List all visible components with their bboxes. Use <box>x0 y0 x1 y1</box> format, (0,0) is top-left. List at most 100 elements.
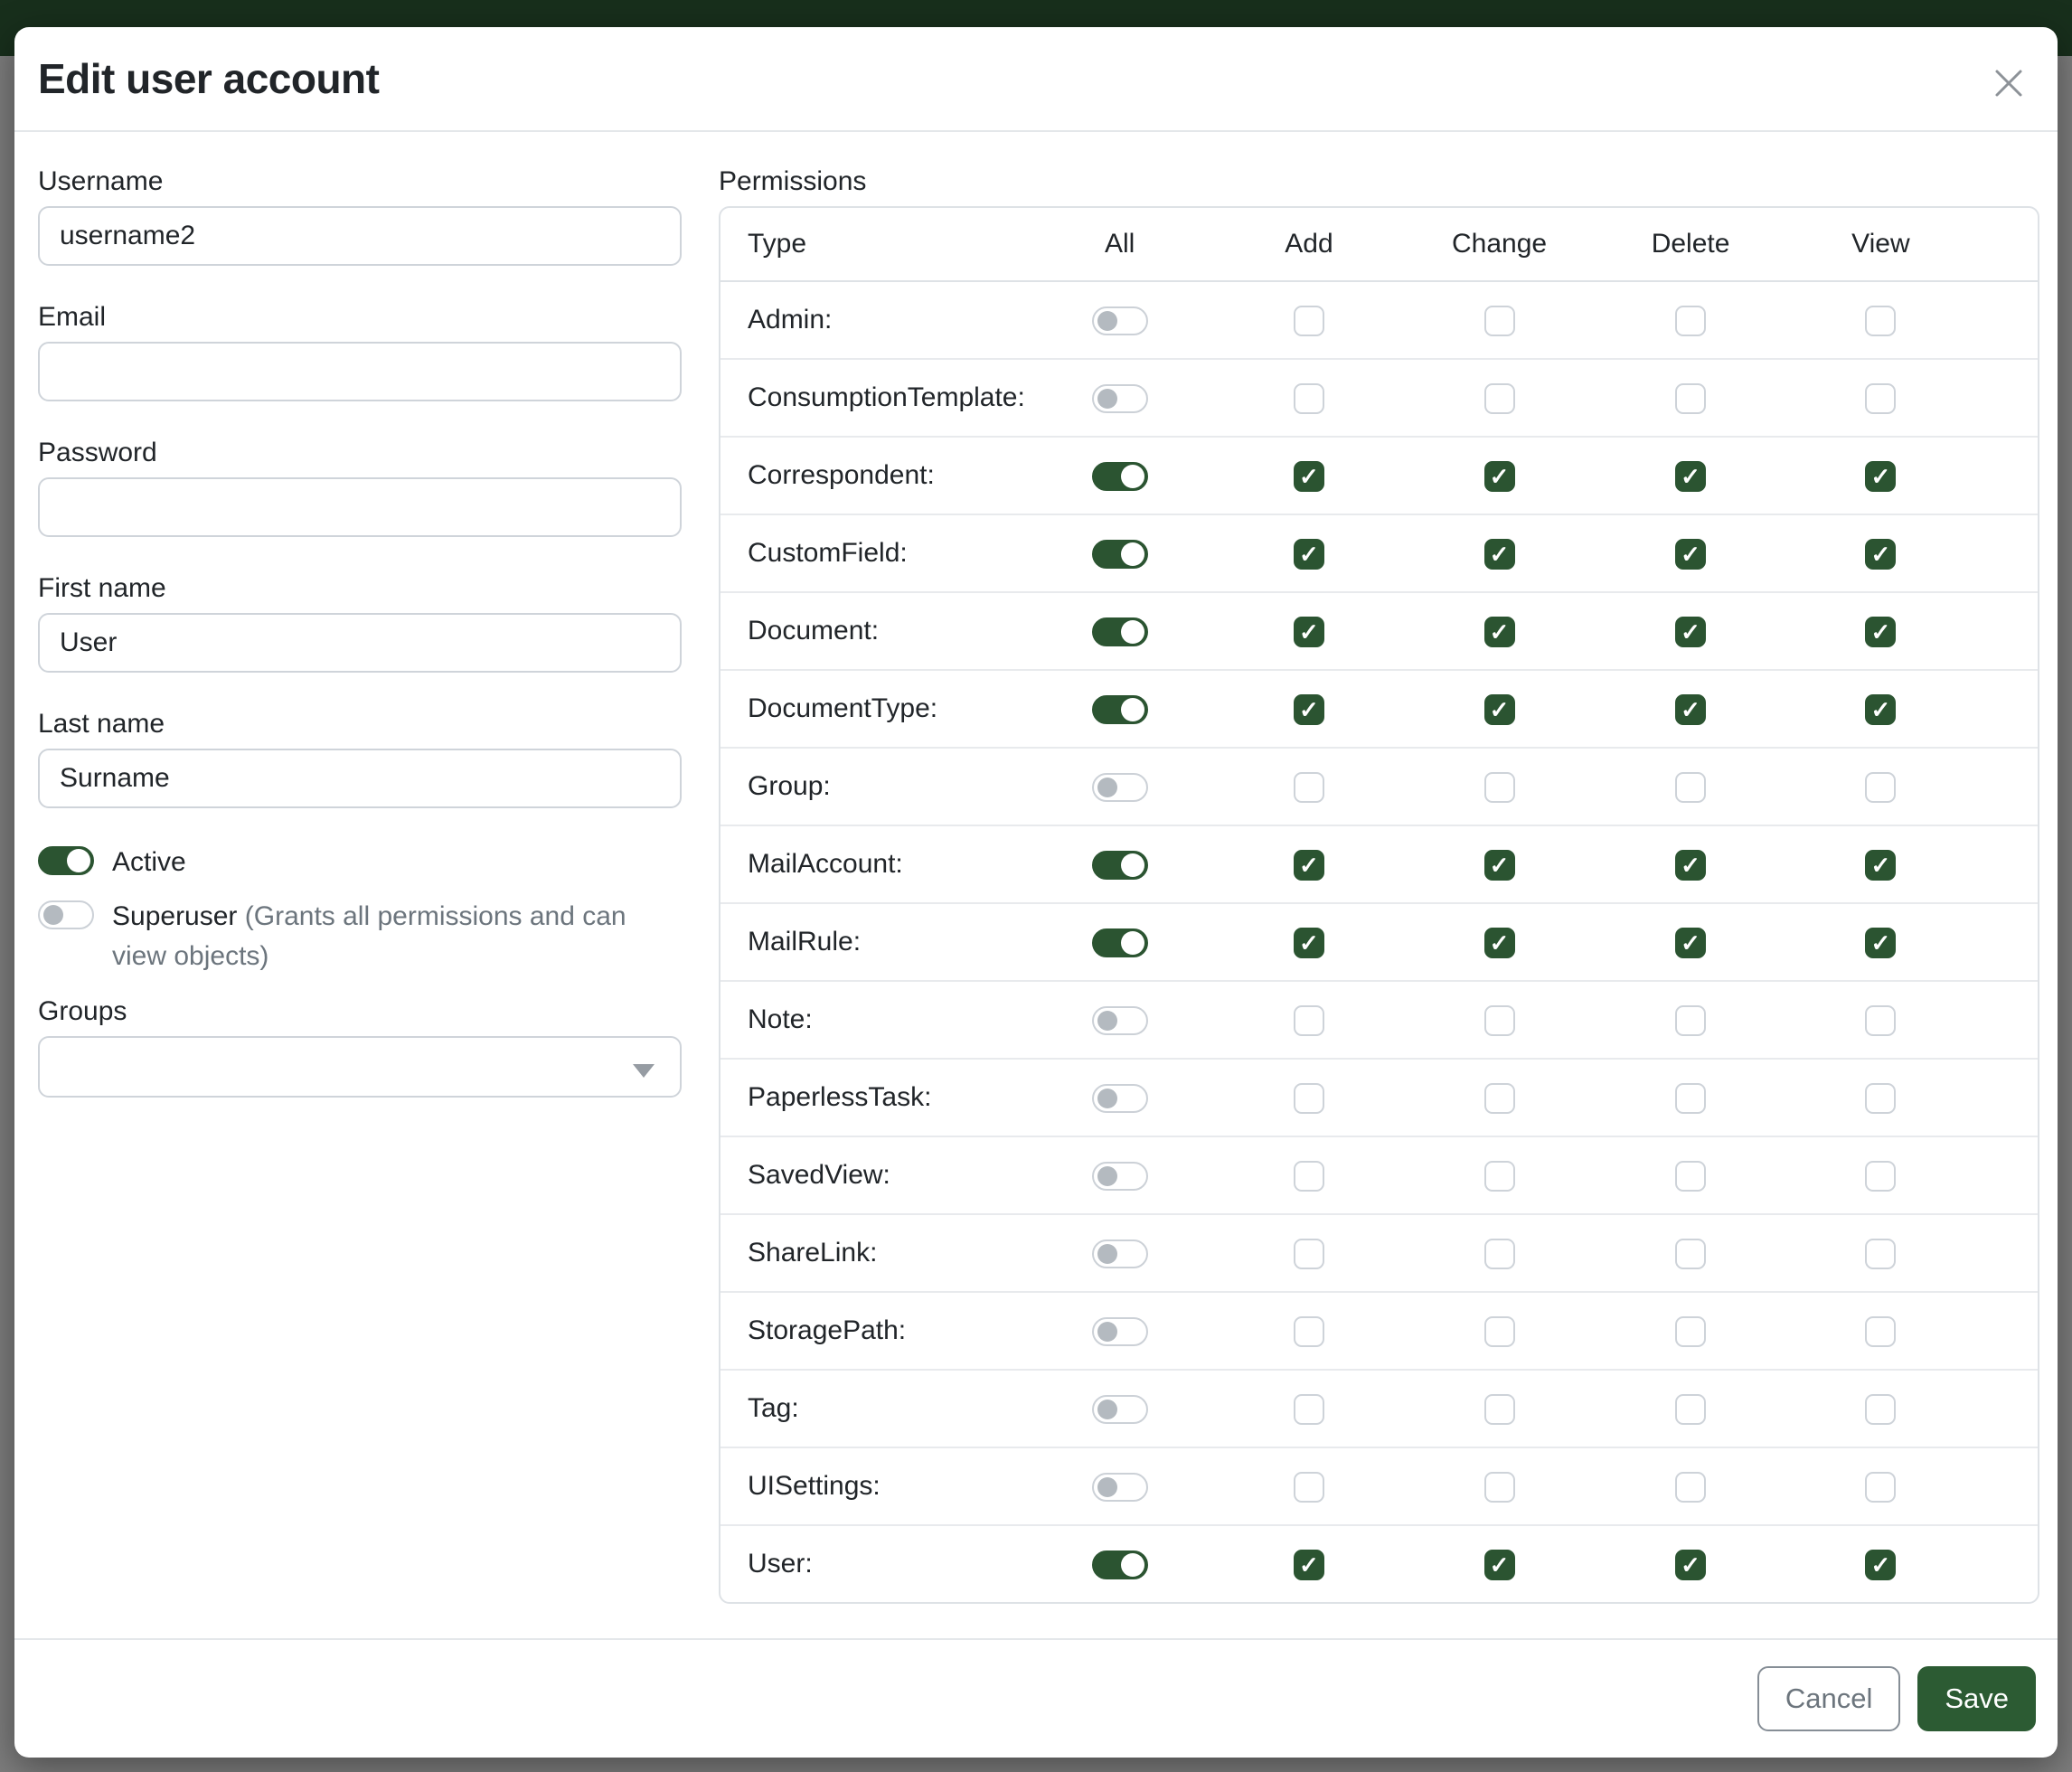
perm-delete-checkbox[interactable]: ✓ <box>1675 1550 1706 1580</box>
perm-change-checkbox[interactable]: ✓ <box>1484 928 1515 958</box>
perm-add-checkbox[interactable] <box>1294 1472 1324 1503</box>
perm-change-checkbox[interactable] <box>1484 772 1515 803</box>
perm-add-checkbox[interactable] <box>1294 1394 1324 1425</box>
perm-view-checkbox[interactable] <box>1865 306 1896 336</box>
perm-add-checkbox[interactable] <box>1294 772 1324 803</box>
perm-change-checkbox[interactable] <box>1484 306 1515 336</box>
perm-all-toggle[interactable] <box>1092 462 1148 491</box>
username-input[interactable] <box>38 206 682 266</box>
perm-all-toggle[interactable] <box>1092 540 1148 569</box>
perm-all-toggle[interactable] <box>1092 695 1148 724</box>
last-name-input[interactable] <box>38 749 682 808</box>
close-button[interactable] <box>1987 61 2030 105</box>
perm-delete-checkbox[interactable]: ✓ <box>1675 694 1706 725</box>
perm-all-toggle[interactable] <box>1092 1084 1148 1113</box>
perm-all-toggle[interactable] <box>1092 1239 1148 1268</box>
perm-add-checkbox[interactable]: ✓ <box>1294 539 1324 570</box>
cancel-button[interactable]: Cancel <box>1757 1666 1901 1731</box>
perm-add-checkbox[interactable] <box>1294 1005 1324 1036</box>
perm-all-toggle[interactable] <box>1092 773 1148 802</box>
perm-add-checkbox[interactable] <box>1294 1239 1324 1269</box>
perm-delete-checkbox[interactable] <box>1675 772 1706 803</box>
perm-view-checkbox[interactable]: ✓ <box>1865 928 1896 958</box>
perm-view-checkbox[interactable]: ✓ <box>1865 850 1896 881</box>
perm-change-checkbox[interactable] <box>1484 1161 1515 1192</box>
perm-view-checkbox[interactable] <box>1865 1239 1896 1269</box>
perm-view-checkbox[interactable] <box>1865 772 1896 803</box>
active-toggle[interactable] <box>38 846 94 875</box>
perm-view-checkbox[interactable] <box>1865 1161 1896 1192</box>
save-button[interactable]: Save <box>1917 1666 2036 1731</box>
perm-change-checkbox[interactable] <box>1484 1005 1515 1036</box>
perm-add-checkbox[interactable]: ✓ <box>1294 617 1324 647</box>
perm-all-toggle[interactable] <box>1092 1473 1148 1502</box>
perm-view-checkbox[interactable]: ✓ <box>1865 539 1896 570</box>
password-input[interactable] <box>38 477 682 537</box>
perm-row-label: User: <box>720 1525 1025 1602</box>
perm-add-checkbox[interactable]: ✓ <box>1294 928 1324 958</box>
perm-view-checkbox[interactable] <box>1865 1316 1896 1347</box>
perm-all-toggle[interactable] <box>1092 928 1148 957</box>
perm-delete-checkbox[interactable]: ✓ <box>1675 928 1706 958</box>
perm-change-checkbox[interactable] <box>1484 383 1515 414</box>
perm-delete-checkbox[interactable] <box>1675 383 1706 414</box>
perm-view-checkbox[interactable] <box>1865 1394 1896 1425</box>
perm-add-checkbox[interactable] <box>1294 1161 1324 1192</box>
perm-delete-checkbox[interactable] <box>1675 1316 1706 1347</box>
perm-all-toggle[interactable] <box>1092 1550 1148 1579</box>
toggle-knob <box>43 905 63 925</box>
perm-view-checkbox[interactable] <box>1865 1005 1896 1036</box>
perm-change-checkbox[interactable]: ✓ <box>1484 1550 1515 1580</box>
perm-change-checkbox[interactable] <box>1484 1394 1515 1425</box>
perm-view-checkbox[interactable] <box>1865 383 1896 414</box>
perm-change-checkbox[interactable]: ✓ <box>1484 617 1515 647</box>
perm-change-checkbox[interactable]: ✓ <box>1484 850 1515 881</box>
perm-add-checkbox[interactable] <box>1294 1316 1324 1347</box>
perm-view-checkbox[interactable]: ✓ <box>1865 617 1896 647</box>
perm-add-checkbox[interactable]: ✓ <box>1294 1550 1324 1580</box>
chevron-down-icon <box>633 1064 655 1078</box>
perm-change-checkbox[interactable] <box>1484 1472 1515 1503</box>
perm-all-toggle[interactable] <box>1092 1006 1148 1035</box>
perm-delete-checkbox[interactable]: ✓ <box>1675 461 1706 492</box>
perm-all-toggle[interactable] <box>1092 617 1148 646</box>
perm-delete-checkbox[interactable] <box>1675 306 1706 336</box>
perm-table-row: MailAccount:✓✓✓✓ <box>720 825 2038 903</box>
perm-view-checkbox[interactable] <box>1865 1083 1896 1114</box>
perm-all-toggle[interactable] <box>1092 306 1148 335</box>
perm-delete-checkbox[interactable] <box>1675 1472 1706 1503</box>
perm-delete-checkbox[interactable] <box>1675 1161 1706 1192</box>
perm-all-toggle[interactable] <box>1092 384 1148 413</box>
groups-select[interactable] <box>38 1036 682 1098</box>
perm-delete-checkbox[interactable]: ✓ <box>1675 850 1706 881</box>
perm-change-checkbox[interactable] <box>1484 1239 1515 1269</box>
perm-add-checkbox[interactable] <box>1294 383 1324 414</box>
first-name-input[interactable] <box>38 613 682 673</box>
perm-delete-checkbox[interactable] <box>1675 1005 1706 1036</box>
perm-change-checkbox[interactable]: ✓ <box>1484 694 1515 725</box>
perm-delete-checkbox[interactable]: ✓ <box>1675 539 1706 570</box>
perm-all-toggle[interactable] <box>1092 1162 1148 1191</box>
perm-add-checkbox[interactable]: ✓ <box>1294 461 1324 492</box>
perm-delete-checkbox[interactable]: ✓ <box>1675 617 1706 647</box>
perm-view-checkbox[interactable]: ✓ <box>1865 694 1896 725</box>
perm-all-toggle[interactable] <box>1092 1317 1148 1346</box>
perm-add-checkbox[interactable]: ✓ <box>1294 850 1324 881</box>
perm-view-checkbox[interactable]: ✓ <box>1865 1550 1896 1580</box>
superuser-toggle[interactable] <box>38 900 94 929</box>
email-input[interactable] <box>38 342 682 401</box>
perm-delete-checkbox[interactable] <box>1675 1394 1706 1425</box>
perm-add-checkbox[interactable] <box>1294 1083 1324 1114</box>
perm-view-checkbox[interactable]: ✓ <box>1865 461 1896 492</box>
perm-change-checkbox[interactable]: ✓ <box>1484 461 1515 492</box>
perm-all-toggle[interactable] <box>1092 851 1148 880</box>
perm-change-checkbox[interactable] <box>1484 1083 1515 1114</box>
perm-delete-checkbox[interactable] <box>1675 1083 1706 1114</box>
perm-delete-checkbox[interactable] <box>1675 1239 1706 1269</box>
perm-change-checkbox[interactable]: ✓ <box>1484 539 1515 570</box>
perm-view-checkbox[interactable] <box>1865 1472 1896 1503</box>
perm-add-checkbox[interactable]: ✓ <box>1294 694 1324 725</box>
perm-all-toggle[interactable] <box>1092 1395 1148 1424</box>
perm-change-checkbox[interactable] <box>1484 1316 1515 1347</box>
perm-add-checkbox[interactable] <box>1294 306 1324 336</box>
